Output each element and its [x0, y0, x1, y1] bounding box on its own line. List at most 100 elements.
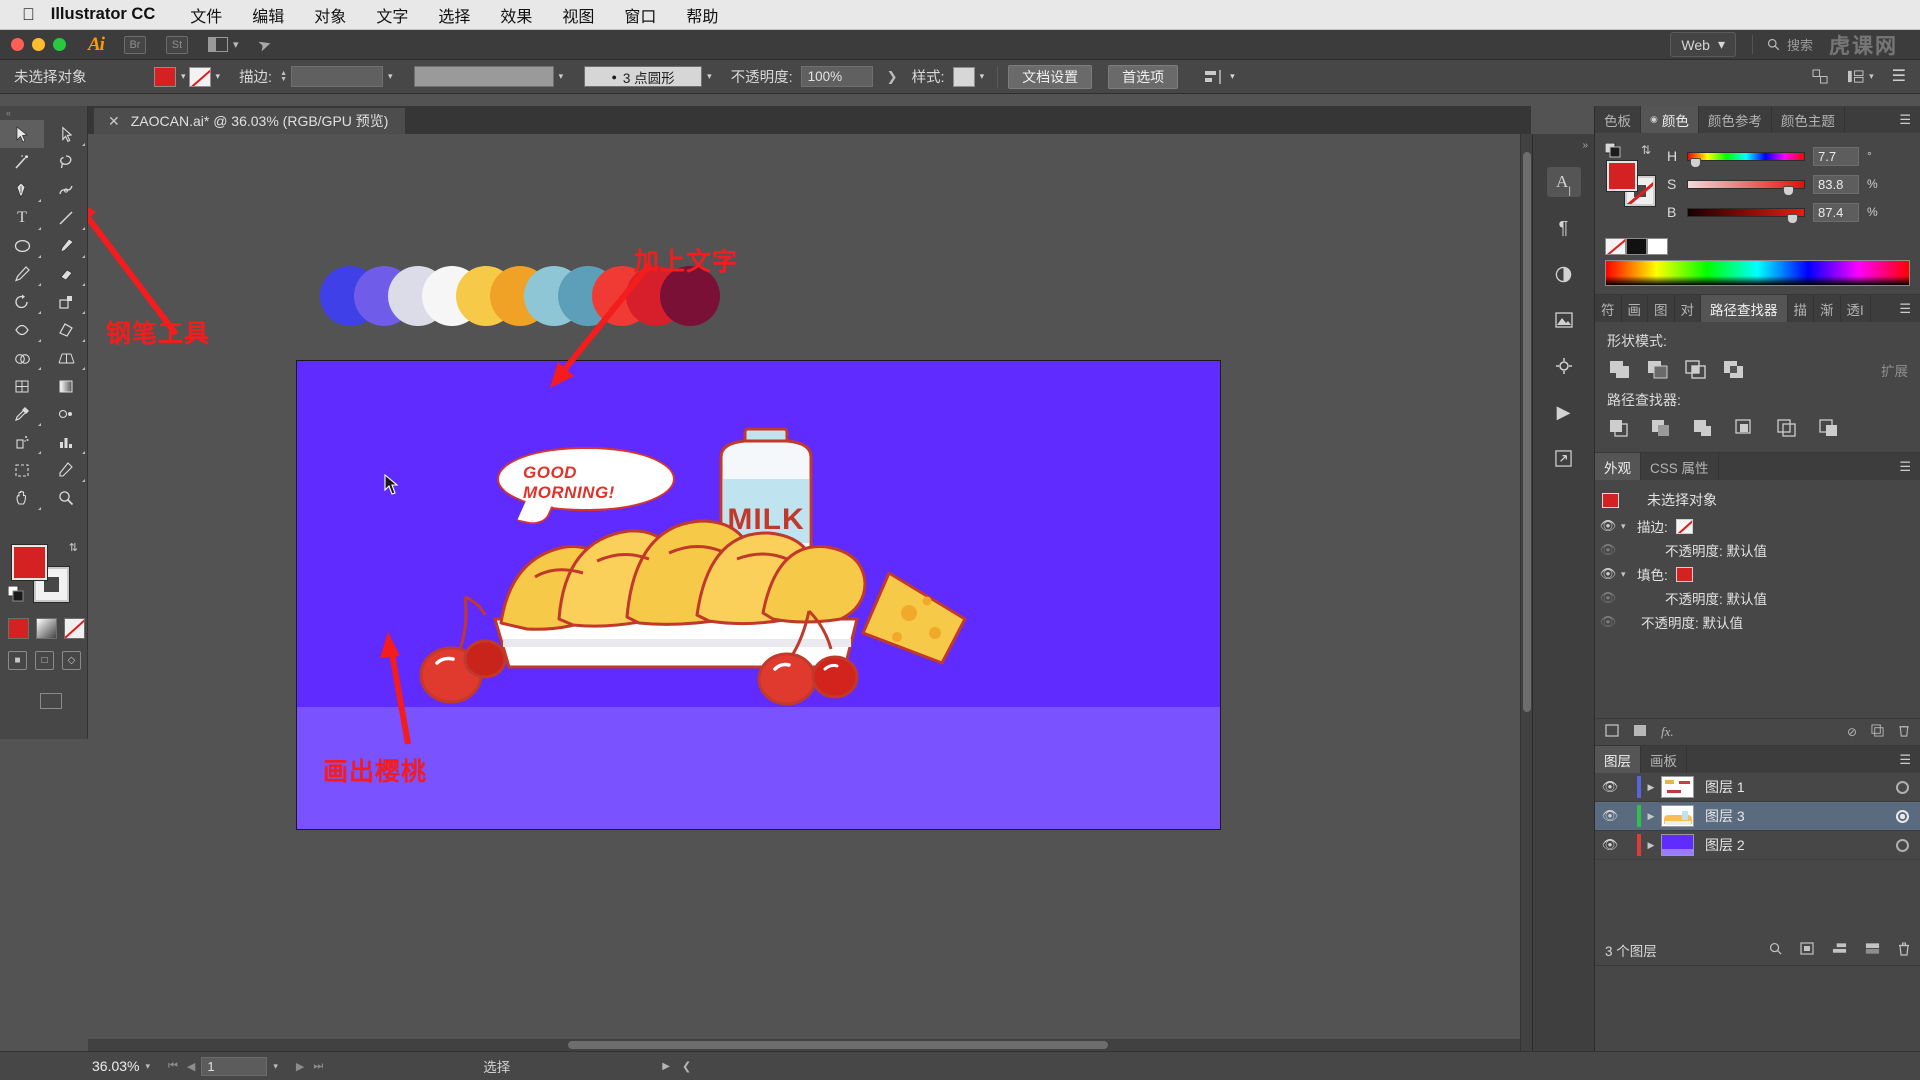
chevron-right-icon[interactable]: ▶ — [1641, 811, 1661, 822]
panel-menu-icon[interactable]: ☰ — [1890, 295, 1920, 322]
draw-inside-button[interactable]: ◇ — [62, 651, 81, 670]
hue-slider-knob[interactable] — [1690, 157, 1702, 168]
transparency-panel-icon[interactable] — [1547, 259, 1581, 289]
white-color-button[interactable] — [1647, 238, 1668, 255]
paragraph-panel-icon[interactable]: ¶ — [1547, 213, 1581, 243]
document-tab[interactable]: ✕ ZAOCAN.ai* @ 36.03% (RGB/GPU 预览) — [94, 108, 406, 134]
tab-css-properties[interactable]: CSS 属性 — [1641, 453, 1719, 480]
appearance-stroke-opacity-row[interactable]: 👁 不透明度: 默认值 — [1595, 538, 1920, 562]
minus-back-button[interactable] — [1817, 418, 1842, 439]
swap-fill-stroke-icon[interactable]: ⇅ — [69, 541, 78, 554]
tool-paintbrush[interactable] — [44, 232, 88, 260]
menu-item-object[interactable]: 对象 — [299, 3, 361, 27]
preferences-button[interactable]: 首选项 — [1108, 64, 1179, 89]
layer-target-indicator[interactable] — [1896, 809, 1909, 823]
stock-button[interactable]: St — [165, 35, 188, 54]
apple-icon[interactable]:  — [0, 6, 51, 23]
chevron-down-icon[interactable]: ▾ — [980, 71, 985, 82]
tool-line-segment[interactable] — [44, 204, 88, 232]
delete-layer-icon[interactable] — [1898, 942, 1910, 959]
tool-slice[interactable] — [44, 456, 88, 484]
fill-color-box[interactable] — [11, 544, 48, 581]
last-artboard-button[interactable]: ⏭ — [313, 1060, 323, 1073]
expand-button[interactable]: 扩展 — [1881, 360, 1908, 380]
search-field[interactable]: 搜索 — [1751, 35, 1813, 54]
tool-symbol-sprayer[interactable] — [0, 428, 44, 456]
chevron-down-icon[interactable]: ▾ — [273, 1061, 278, 1072]
gradient-mode-button[interactable] — [36, 618, 57, 639]
horizontal-scroll-thumb[interactable] — [568, 1041, 1108, 1049]
create-layer-icon[interactable] — [1865, 942, 1880, 958]
first-artboard-button[interactable]: ⏮ — [168, 1060, 178, 1073]
tab-layers[interactable]: 图层 — [1595, 746, 1641, 773]
graphic-style-swatch[interactable] — [952, 66, 975, 87]
previous-artboard-button[interactable]: ◀ — [187, 1060, 195, 1073]
tool-artboard[interactable] — [0, 456, 44, 484]
arrange-order-dropdown[interactable]: ▾ — [1847, 69, 1874, 84]
tool-lasso[interactable] — [44, 148, 88, 176]
status-collapse-icon[interactable]: ❮ — [682, 1060, 691, 1073]
color-fill-box[interactable] — [1606, 160, 1638, 192]
menu-item-file[interactable]: 文件 — [175, 3, 237, 27]
tab-graphic-styles[interactable]: 图 — [1648, 295, 1675, 322]
locate-object-icon[interactable] — [1769, 942, 1782, 958]
visibility-eye-icon[interactable]: 👁 — [1595, 590, 1621, 606]
draw-behind-button[interactable]: □ — [35, 651, 54, 670]
tab-symbols[interactable]: 符 — [1595, 295, 1622, 322]
hue-value-field[interactable]: 7.7 — [1813, 146, 1859, 166]
tool-curvature[interactable] — [44, 176, 88, 204]
canvas-area[interactable]: MILK GOOD MORNING! 钢笔工具 加上文字 画出樱桃 — [88, 134, 1520, 1051]
vertical-scroll-thumb[interactable] — [1523, 152, 1531, 712]
unite-button[interactable] — [1607, 359, 1632, 380]
delete-item-icon[interactable] — [1898, 724, 1910, 740]
tab-gradient[interactable]: 渐 — [1814, 295, 1841, 322]
add-fill-icon[interactable] — [1633, 724, 1647, 740]
minimize-window-button[interactable] — [32, 38, 45, 51]
tab-color-guide[interactable]: 颜色参考 — [1699, 106, 1772, 133]
brightness-slider-track[interactable] — [1687, 207, 1805, 224]
tool-zoom[interactable] — [44, 484, 88, 512]
exclude-button[interactable] — [1721, 359, 1746, 380]
tool-selection[interactable] — [0, 120, 44, 148]
tool-pen[interactable] — [0, 176, 44, 204]
chevron-down-icon[interactable]: ▾ — [216, 71, 221, 82]
status-expand-icon[interactable]: ▶ — [662, 1061, 670, 1072]
chevron-down-icon[interactable]: ▾ — [388, 71, 393, 82]
control-panel-menu-icon[interactable]: ☰ — [1892, 68, 1906, 85]
visibility-eye-icon[interactable]: 👁 — [1595, 542, 1621, 558]
layer-row[interactable]: 👁 ▶ 图层 1 — [1595, 773, 1920, 802]
none-color-button[interactable] — [1605, 238, 1626, 255]
hue-slider-track[interactable] — [1687, 151, 1805, 168]
tool-column-graph[interactable] — [44, 428, 88, 456]
menu-item-window[interactable]: 窗口 — [609, 3, 671, 27]
brightness-value-field[interactable]: 87.4 — [1813, 202, 1859, 222]
tool-shape-builder[interactable] — [0, 344, 44, 372]
workspace-switcher[interactable]: Web ▾ — [1670, 32, 1736, 57]
tool-direct-selection[interactable] — [44, 120, 88, 148]
crop-button[interactable] — [1733, 418, 1758, 439]
rocket-icon[interactable]: ➤ — [256, 33, 275, 56]
tool-free-transform[interactable] — [44, 316, 88, 344]
menu-item-view[interactable]: 视图 — [547, 3, 609, 27]
color-mode-button[interactable] — [8, 618, 29, 639]
add-effect-icon[interactable]: fx. — [1661, 724, 1674, 740]
add-stroke-icon[interactable] — [1605, 724, 1619, 740]
merge-button[interactable] — [1691, 418, 1716, 439]
tab-brushes[interactable]: 画 — [1622, 295, 1648, 322]
tab-appearance[interactable]: 外观 — [1595, 453, 1641, 480]
visibility-eye-icon[interactable]: 👁 — [1595, 808, 1625, 824]
chevron-right-icon[interactable]: ▶ — [1641, 840, 1661, 851]
tool-eraser[interactable] — [44, 260, 88, 288]
speech-bubble[interactable]: GOOD MORNING! — [497, 447, 675, 528]
make-clipping-mask-icon[interactable] — [1800, 942, 1814, 958]
document-setup-button[interactable]: 文档设置 — [1008, 64, 1093, 89]
layer-row[interactable]: 👁 ▶ 图层 2 — [1595, 831, 1920, 860]
close-window-button[interactable] — [11, 38, 24, 51]
duplicate-item-icon[interactable] — [1871, 724, 1884, 740]
tool-eyedropper[interactable] — [0, 400, 44, 428]
menu-item-edit[interactable]: 编辑 — [237, 3, 299, 27]
appearance-object-opacity-row[interactable]: 👁 不透明度: 默认值 — [1595, 610, 1920, 634]
brightness-slider-knob[interactable] — [1786, 213, 1798, 224]
divide-button[interactable] — [1607, 418, 1632, 439]
bridge-button[interactable]: Br — [123, 35, 146, 54]
